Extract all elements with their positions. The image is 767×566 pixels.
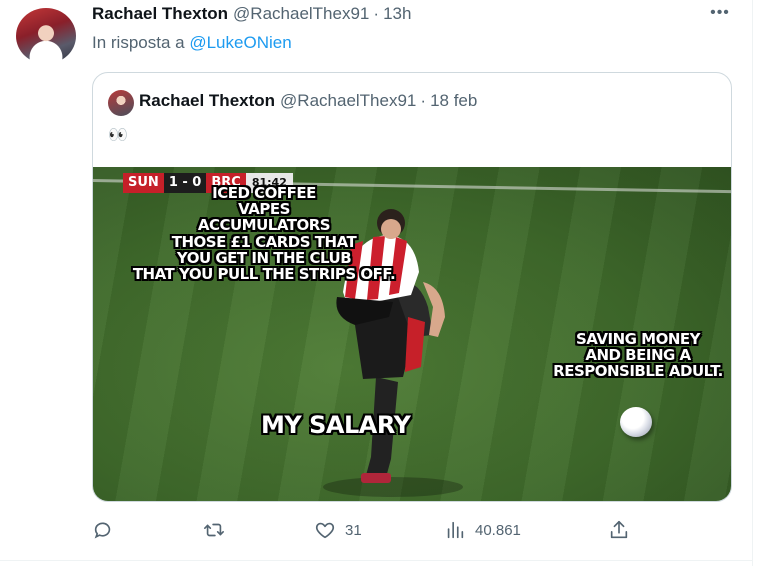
retweet-icon xyxy=(204,523,224,537)
author-avatar[interactable] xyxy=(16,8,76,64)
meme-line: RESPONSIBLE ADULT. xyxy=(553,362,723,381)
football xyxy=(620,407,652,437)
meme-line: ICED COFFEE xyxy=(212,184,316,202)
views-count: 40.861 xyxy=(475,521,521,539)
reply-button[interactable] xyxy=(92,515,123,545)
quoted-separator-dot: · xyxy=(420,91,427,110)
reply-context: In risposta a @LukeONien xyxy=(92,33,292,53)
meme-line: THAT YOU PULL THE STRIPS OFF. xyxy=(132,264,396,283)
reply-icon xyxy=(94,522,111,539)
quoted-tweet-date: 18 feb xyxy=(430,91,478,110)
tweet-header: Rachael Thexton @RachaelThex91 · 13h xyxy=(92,3,411,25)
like-count: 31 xyxy=(345,521,362,539)
quoted-author-handle: @RachaelThex91 xyxy=(280,91,417,110)
views-icon xyxy=(447,521,464,539)
views-button[interactable]: 40.861 xyxy=(444,515,521,545)
meme-line: AND BEING A xyxy=(585,346,691,365)
quoted-tweet[interactable]: Rachael Thexton @RachaelThex91 · 18 feb … xyxy=(92,72,732,502)
tweet-image[interactable]: SUN 1 - 0 BRC 81:42 ICED COFFEE VAPES AC… xyxy=(93,167,731,501)
more-button[interactable]: ••• xyxy=(706,2,734,24)
tweet-divider xyxy=(0,560,752,561)
meme-caption-saving: SAVING MONEY AND BEING A RESPONSIBLE ADU… xyxy=(548,331,728,380)
meme-line: THOSE £1 CARDS THAT xyxy=(171,232,357,251)
separator-dot: · xyxy=(373,4,380,23)
meme-line: VAPES xyxy=(238,200,290,219)
share-icon xyxy=(610,520,628,539)
quoted-tweet-header: Rachael Thexton @RachaelThex91 · 18 feb xyxy=(139,91,477,111)
meme-caption-expenses: ICED COFFEE VAPES ACCUMULATORS THOSE £1 … xyxy=(119,185,409,282)
author-handle[interactable]: @RachaelThex91 xyxy=(233,4,369,24)
reply-prefix: In risposta a xyxy=(92,33,185,52)
tweet-timestamp[interactable]: 13h xyxy=(383,4,411,24)
share-button[interactable] xyxy=(608,515,630,545)
quoted-tweet-text: 👀 xyxy=(108,127,128,144)
meme-line: YOU GET IN THE CLUB xyxy=(176,248,352,267)
tweet-actions: 31 40.861 xyxy=(92,515,732,545)
reply-to-link[interactable]: @LukeONien xyxy=(189,33,291,52)
meme-caption-salary: MY SALARY xyxy=(261,411,411,439)
meme-line: ACCUMULATORS xyxy=(197,216,331,235)
like-icon xyxy=(315,522,335,539)
like-button[interactable]: 31 xyxy=(314,515,362,545)
more-icon: ••• xyxy=(710,4,730,21)
retweet-button[interactable] xyxy=(203,515,234,545)
meme-line: SAVING MONEY xyxy=(575,330,701,348)
timeline-border-right xyxy=(752,0,753,566)
quoted-author-avatar xyxy=(108,90,134,116)
quoted-author-name: Rachael Thexton xyxy=(139,91,276,110)
author-name[interactable]: Rachael Thexton xyxy=(92,4,228,24)
